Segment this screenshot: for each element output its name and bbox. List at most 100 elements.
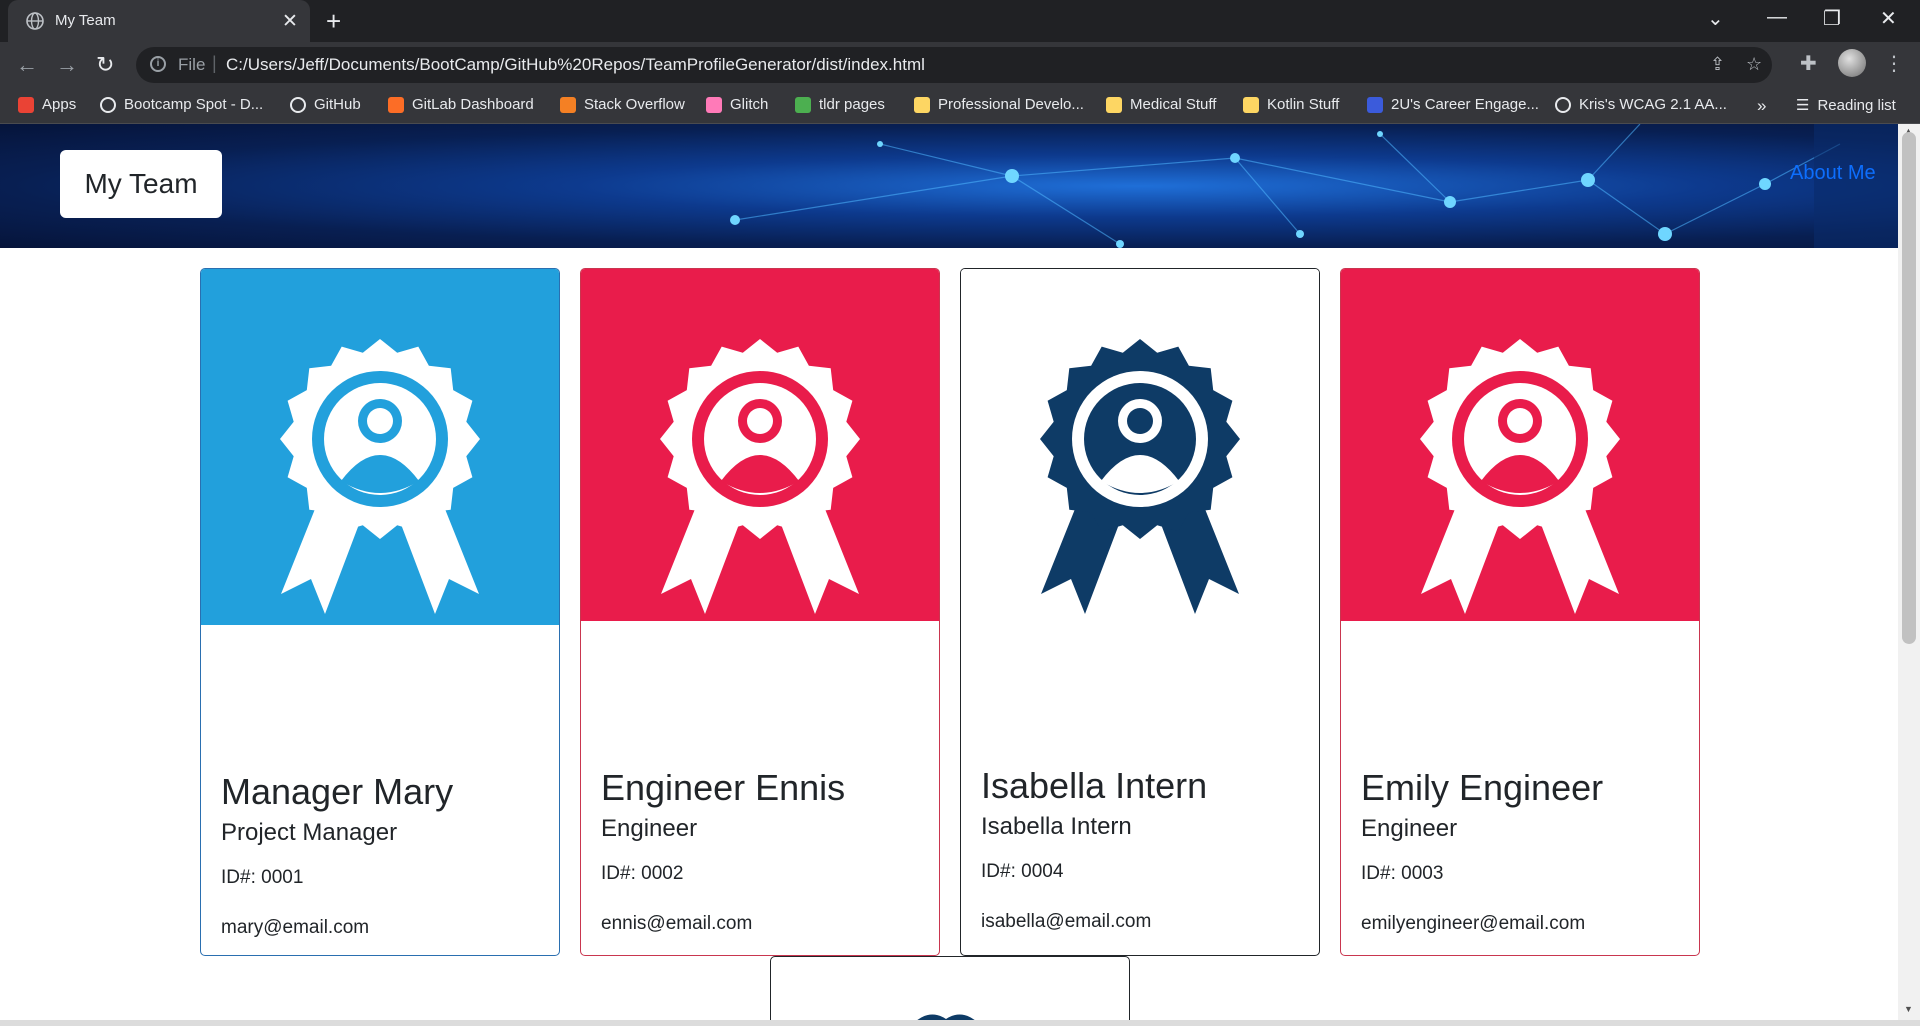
2u-icon [1367,96,1383,113]
menu-kebab-icon[interactable]: ⋮ [1884,51,1904,76]
bookmark-item[interactable]: Professional Develo... [914,96,1084,113]
bookmark-item[interactable]: Apps [18,96,76,113]
glitch-icon [706,96,722,113]
reading-list-icon: ☰ [1796,97,1810,114]
bookmark-label: GitHub [314,96,361,113]
more-bookmarks-icon[interactable]: » [1757,96,1766,116]
employee-role: Engineer [1361,815,1458,842]
bookmark-label: Apps [42,96,77,113]
partial-card-next-row [770,956,1130,1020]
horizontal-scrollbar[interactable] [0,1020,1920,1026]
apps-grid-icon [18,96,34,113]
bookmark-item[interactable]: Bootcamp Spot - D... [100,96,263,113]
github-icon [290,96,306,113]
bookmark-item[interactable]: Glitch [706,96,768,113]
employee-name: Engineer Ennis [601,767,846,808]
bookmark-label: Glitch [730,96,769,113]
employee-card: Engineer Ennis Engineer ID#: 0002 ennis@ema… [580,268,940,956]
share-icon[interactable]: ⇪ [1710,54,1725,75]
url-scheme: File [178,55,206,74]
bookmark-item[interactable]: Medical Stuff [1106,96,1216,113]
minimize-icon[interactable]: — [1767,6,1787,29]
employee-id: ID#: 0001 [221,867,304,888]
stackoverflow-icon [560,96,576,113]
bookmark-item[interactable]: Stack Overflow [560,96,685,113]
bookmark-label: Stack Overflow [584,96,685,113]
folder-icon [1106,96,1122,113]
employee-name: Isabella Intern [981,765,1208,806]
tab-my-team[interactable]: My Team ✕ [8,0,310,42]
new-tab-icon[interactable]: + [326,6,341,37]
terminal-icon [795,96,811,113]
bookmark-item[interactable]: Kris's WCAG 2.1 AA... [1555,96,1727,113]
bookmark-item[interactable]: tldr pages [795,96,885,113]
bookmark-label: Bootcamp Spot - D... [124,96,264,113]
bookmark-item[interactable]: GitLab Dashboard [388,96,534,113]
bookmark-label: GitLab Dashboard [412,96,534,113]
scrollbar-thumb[interactable] [1902,132,1916,644]
profile-avatar-icon[interactable] [1838,49,1866,77]
tab-search-chevron-icon[interactable]: ⌄ [1707,6,1724,31]
bookmark-label: tldr pages [819,96,885,113]
network-background-graphic [730,124,1898,248]
bookmark-label: Medical Stuff [1130,96,1217,113]
employee-role: Isabella Intern [981,813,1132,840]
folder-icon [914,96,930,113]
address-bar[interactable]: i File | C:/Users/Jeff/Documents/BootCam… [136,47,1772,83]
bookmark-item[interactable]: GitHub [290,96,361,113]
employee-name: Manager Mary [221,771,454,812]
employee-email[interactable]: mary@email.com [221,917,369,939]
employee-card: Emily Engineer Engineer ID#: 0003 emilyengi… [1340,268,1700,956]
employee-id: ID#: 0002 [601,863,684,884]
restore-icon[interactable]: ❐ [1823,6,1841,31]
tab-strip: My Team ✕ + ⌄ — ❐ ✕ [0,0,1920,42]
employee-id: ID#: 0004 [981,861,1064,882]
reading-list-button[interactable]: ☰ Reading list [1796,96,1896,115]
about-me-link[interactable]: About Me [1790,162,1876,185]
scroll-down-icon[interactable]: ▼ [1904,1004,1913,1014]
page-viewport: My Team About Me Manager Mary Project Man… [0,124,1898,1020]
url-text[interactable]: C:/Users/Jeff/Documents/BootCamp/GitHub%… [226,55,925,75]
employee-card: Manager Mary Project Manager ID#: 0001 mary… [200,268,560,956]
close-tab-icon[interactable]: ✕ [282,10,298,33]
tab-title: My Team [55,12,116,29]
award-profile-icon [961,269,1319,619]
employee-email[interactable]: isabella@email.com [981,911,1151,933]
bookmark-label: 2U's Career Engage... [1391,96,1539,113]
folder-icon [1243,96,1259,113]
gitlab-icon [388,96,404,113]
vertical-scrollbar[interactable]: ▲ ▼ [1898,124,1920,1020]
employee-name: Emily Engineer [1361,767,1604,808]
browser-toolbar: ← → ↻ i File | C:/Users/Jeff/Documents/B… [0,42,1920,88]
forward-icon[interactable]: → [56,52,78,78]
bookmark-item[interactable]: 2U's Career Engage... [1367,96,1539,113]
employee-id: ID#: 0003 [1361,863,1444,884]
window-close-icon[interactable]: ✕ [1880,6,1897,31]
award-profile-icon [201,269,559,625]
employee-card: Isabella Intern Isabella Intern ID#: 0004 i… [960,268,1320,956]
site-info-icon[interactable]: i [150,56,166,72]
bookmark-label: Professional Develo... [938,96,1084,113]
globe-icon [1555,96,1571,113]
award-profile-icon [1341,269,1699,621]
brand-title: My Team [60,150,222,218]
award-profile-icon [917,1014,975,1020]
bookmark-star-icon[interactable]: ☆ [1746,54,1762,75]
reading-list-label: Reading list [1817,96,1896,114]
bookmarks-bar: Apps Bootcamp Spot - D... GitHub GitLab Das… [0,88,1920,124]
bookmark-item[interactable]: Kotlin Stuff [1243,96,1339,113]
employee-role: Engineer [601,815,698,842]
globe-icon [26,12,44,30]
award-profile-icon [581,269,939,621]
url-separator: | [212,53,217,73]
employee-role: Project Manager [221,819,398,846]
extensions-icon[interactable]: ✚ [1800,51,1817,76]
back-icon[interactable]: ← [16,52,38,78]
employee-email[interactable]: emilyengineer@email.com [1361,913,1585,935]
employee-email[interactable]: ennis@email.com [601,913,752,935]
bookmark-label: Kris's WCAG 2.1 AA... [1579,96,1727,113]
bookmark-label: Kotlin Stuff [1267,96,1340,113]
reload-icon[interactable]: ↻ [96,52,114,78]
globe-icon [100,96,116,113]
header-banner: My Team About Me [0,124,1898,248]
